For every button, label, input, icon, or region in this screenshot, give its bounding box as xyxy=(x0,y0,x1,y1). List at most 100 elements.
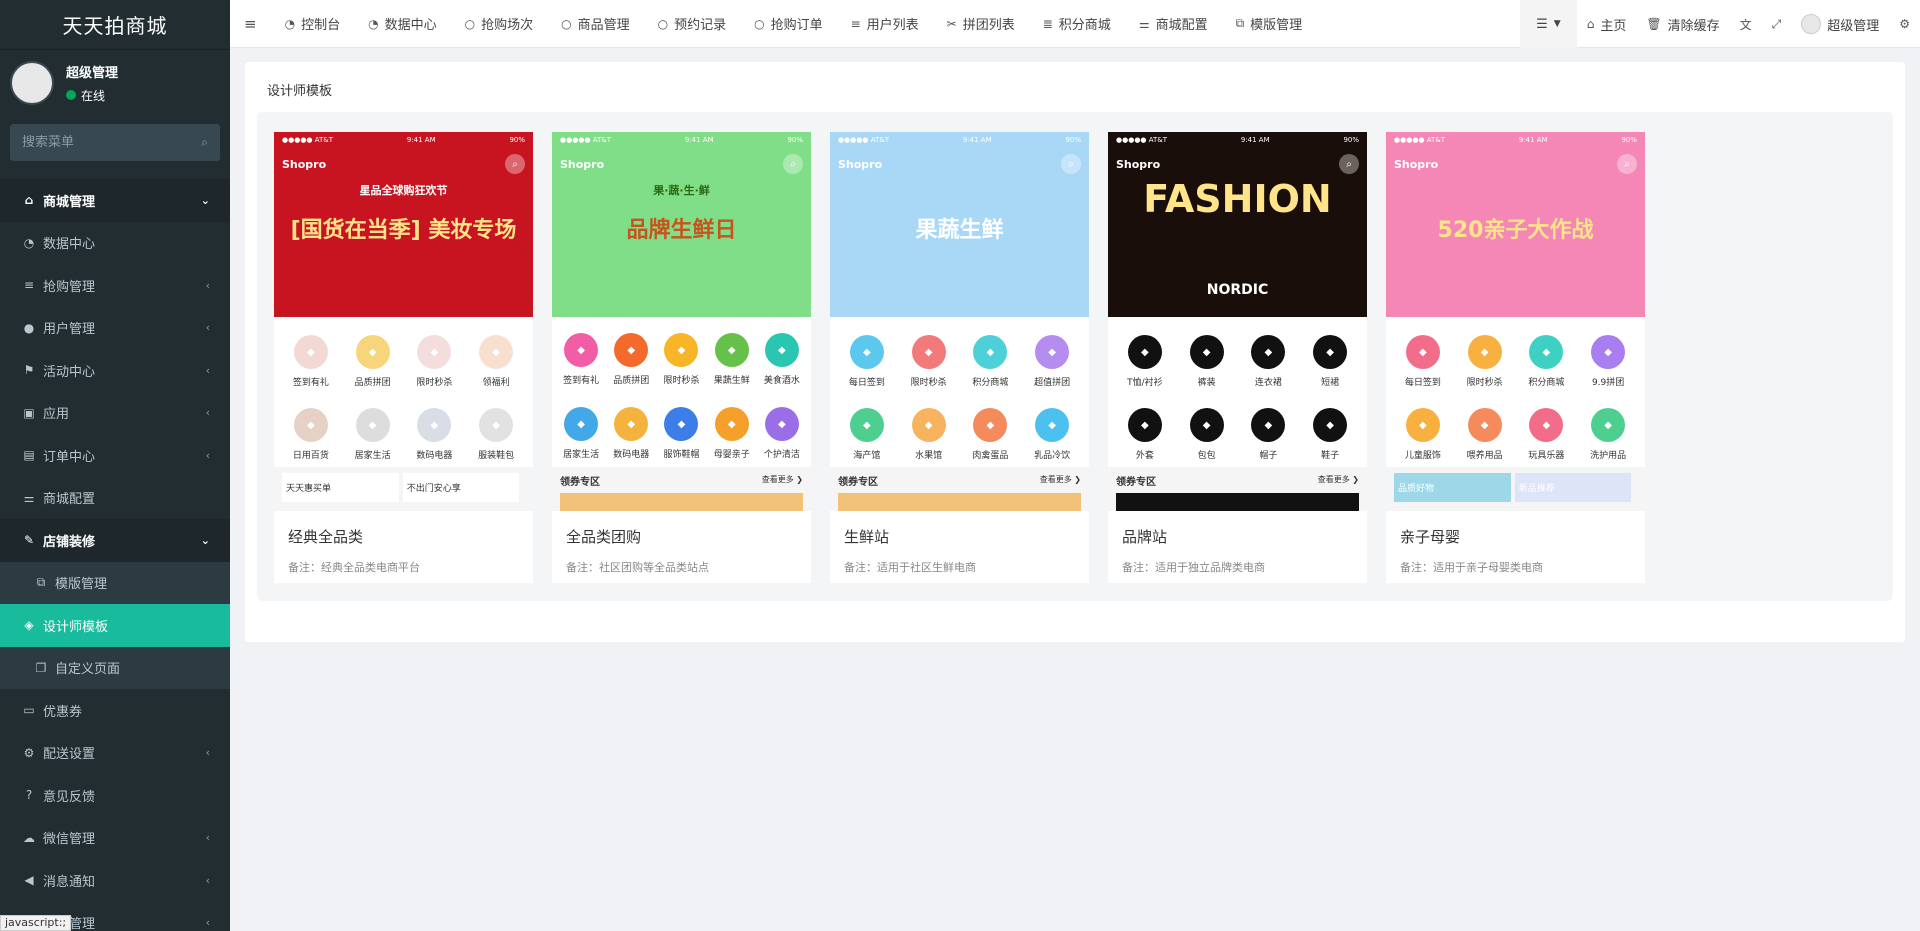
category-icon: ◆ xyxy=(849,335,884,369)
sidebar-item-label: 商城配置 xyxy=(43,492,96,508)
sidebar-item-1[interactable]: ◔ 数据中心 xyxy=(0,222,230,265)
app-logo[interactable]: 天天拍商城 xyxy=(0,0,230,50)
category-icon: ◆ xyxy=(417,408,452,442)
sidebar-item-8[interactable]: ✎ 店铺装修 ⌄ xyxy=(0,519,230,562)
template-icon-item: ◆ 个护清洁 xyxy=(757,407,807,467)
tab-1[interactable]: ◔ 数据中心 xyxy=(354,0,451,48)
sidebar-item-2[interactable]: ≡ 抢购管理 ‹ xyxy=(0,264,230,307)
category-label: 签到有礼 xyxy=(292,378,329,388)
category-label: 日用百货 xyxy=(292,451,329,461)
template-icon-item: ◆ 限时秒杀 xyxy=(1454,335,1516,394)
sidebar-item-12[interactable]: ▭ 优惠券 xyxy=(0,689,230,732)
sidebar-search-input[interactable] xyxy=(22,135,182,150)
template-card[interactable]: ●●●●● AT&T 9:41 AM 90% Shopro ⌕ 星品全球购狂欢节 [… xyxy=(274,132,533,583)
sidebar-item-6[interactable]: ▤ 订单中心 ‹ xyxy=(0,434,230,477)
nav-dropdown[interactable]: ☰ ▼ xyxy=(1520,0,1577,48)
search-icon[interactable]: ⌕ xyxy=(201,135,208,150)
sidebar-item-label: 商城管理 xyxy=(43,194,96,210)
category-label: 9.9拼团 xyxy=(1591,378,1625,388)
sidebar-item-5[interactable]: ▣ 应用 ‹ xyxy=(0,392,230,435)
search-icon: ⌕ xyxy=(1617,154,1637,174)
sidebar-item-0[interactable]: ⌂ 商城管理 ⌄ xyxy=(0,179,230,222)
list-icon: ☰ xyxy=(1536,16,1548,32)
tab-7[interactable]: ✂ 拼团列表 xyxy=(933,0,1029,48)
sidebar-item-9[interactable]: ⧉ 模版管理 xyxy=(0,561,230,604)
avatar xyxy=(10,60,54,105)
tab-5[interactable]: ○ 抢购订单 xyxy=(740,0,837,48)
tab-2[interactable]: ○ 抢购场次 xyxy=(451,0,548,48)
chevron-left-icon: ‹ xyxy=(205,873,210,887)
clear-cache-label: 清除缓存 xyxy=(1667,18,1720,34)
tab-3[interactable]: ○ 商品管理 xyxy=(547,0,644,48)
template-icon-item: ◆ 喂养用品 xyxy=(1454,408,1516,467)
tab-6[interactable]: ≡ 用户列表 xyxy=(837,0,933,48)
language-button[interactable]: 文 xyxy=(1730,0,1762,48)
sidebar-item-15[interactable]: ☁ 微信管理 ‹ xyxy=(0,817,230,860)
template-card[interactable]: ●●●●● AT&T 9:41 AM 90% Shopro ⌕ 果蔬生鲜 ◆ 每日签到… xyxy=(830,132,1089,583)
sidebar-item-4[interactable]: ⚑ 活动中心 ‹ xyxy=(0,349,230,392)
briefcase-icon: ▣ xyxy=(23,405,35,420)
sidebar-item-3[interactable]: ● 用户管理 ‹ xyxy=(0,307,230,350)
phone-statusbar: ●●●●● AT&T 9:41 AM 90% xyxy=(1108,132,1367,148)
sidebar-item-14[interactable]: ? 意见反馈 xyxy=(0,774,230,817)
circle-icon: ○ xyxy=(464,16,476,31)
sidebar-item-10[interactable]: ◈ 设计师模板 xyxy=(0,604,230,647)
template-icon-item: ◆ 鞋子 xyxy=(1299,408,1361,467)
category-label: 包包 xyxy=(1197,451,1216,461)
sidebar-item-16[interactable]: ◀ 消息通知 ‹ xyxy=(0,859,230,902)
category-label: 领福利 xyxy=(482,378,510,388)
banner-subtitle: 星品全球购狂欢节 xyxy=(359,184,448,197)
tab-label: 积分商城 xyxy=(1058,18,1111,33)
shop-name: Shopro xyxy=(282,158,327,171)
sidebar-item-7[interactable]: ⚌ 商城配置 xyxy=(0,477,230,520)
wechat-icon: ☁ xyxy=(23,830,35,845)
template-icon-item: ◆ 每日签到 xyxy=(836,335,898,394)
admin-menu[interactable]: 超级管理 xyxy=(1791,0,1889,48)
home-link[interactable]: ⌂ 主页 xyxy=(1577,0,1637,48)
tab-4[interactable]: ○ 预约记录 xyxy=(644,0,741,48)
category-label: 帽子 xyxy=(1259,451,1278,461)
tab-9[interactable]: ⚌ 商城配置 xyxy=(1125,0,1222,48)
chevron-left-icon: ‹ xyxy=(205,831,210,845)
fullscreen-button[interactable]: ⤢ xyxy=(1762,0,1792,48)
category-icon: ◆ xyxy=(714,333,749,367)
category-label: 限时秒杀 xyxy=(416,378,453,388)
category-icon: ◆ xyxy=(664,407,699,441)
template-card[interactable]: ●●●●● AT&T 9:41 AM 90% Shopro ⌕ 果·蔬·生·鲜 品牌… xyxy=(552,132,811,583)
sidebar-item-13[interactable]: ⚙ 配送设置 ‹ xyxy=(0,732,230,775)
template-title: 全品类团购 xyxy=(566,528,642,546)
template-icon-item: ◆ 数码电器 xyxy=(404,408,466,467)
category-icon: ◆ xyxy=(764,333,799,367)
banner-subtitle: 果·蔬·生·鲜 xyxy=(653,184,710,197)
category-label: 签到有礼 xyxy=(563,376,600,386)
tab-label: 商城配置 xyxy=(1155,18,1208,33)
tab-label: 预约记录 xyxy=(674,18,727,33)
menu-toggle[interactable]: ≡ xyxy=(230,0,271,48)
category-icon: ◆ xyxy=(355,408,390,442)
tab-0[interactable]: ◔ 控制台 xyxy=(271,0,355,48)
template-note: 备注：经典全品类电商平台 xyxy=(288,561,420,574)
template-icon-item: ◆ 肉禽蛋品 xyxy=(960,408,1022,467)
category-icon: ◆ xyxy=(1251,335,1286,369)
sidebar-item-label: 活动中心 xyxy=(43,364,96,380)
tab-8[interactable]: ≣ 积分商城 xyxy=(1029,0,1125,48)
circle-icon: ○ xyxy=(561,16,572,31)
translate-icon: 文 xyxy=(1739,17,1752,32)
sidebar-item-11[interactable]: ❐ 自定义页面 xyxy=(0,646,230,689)
chevron-left-icon: ‹ xyxy=(205,321,210,335)
category-label: 短裙 xyxy=(1321,378,1340,388)
category-icon: ◆ xyxy=(911,335,946,369)
sidebar-search: ⌕ xyxy=(10,124,220,161)
promo-item: 品质好物 xyxy=(1394,473,1511,502)
clear-cache-button[interactable]: 🗑 清除缓存 xyxy=(1636,0,1729,48)
template-card[interactable]: ●●●●● AT&T 9:41 AM 90% Shopro ⌕ 520亲子大作战 ◆… xyxy=(1386,132,1645,583)
carrier-text: ●●●●● AT&T xyxy=(1116,136,1168,144)
battery-text: 90% xyxy=(1343,136,1359,144)
promo-strip: 领券专区 查看更多 ❯ xyxy=(552,467,811,511)
tab-label: 商品管理 xyxy=(577,18,630,33)
tab-10[interactable]: ⧉ 模版管理 xyxy=(1222,0,1317,48)
template-card[interactable]: ●●●●● AT&T 9:41 AM 90% Shopro ⌕ NORDIC FAS… xyxy=(1108,132,1367,583)
coupon-strip xyxy=(838,493,1081,511)
template-note: 备注：适用于亲子母婴类电商 xyxy=(1400,561,1543,574)
settings-button[interactable]: ⚙ xyxy=(1889,0,1920,48)
